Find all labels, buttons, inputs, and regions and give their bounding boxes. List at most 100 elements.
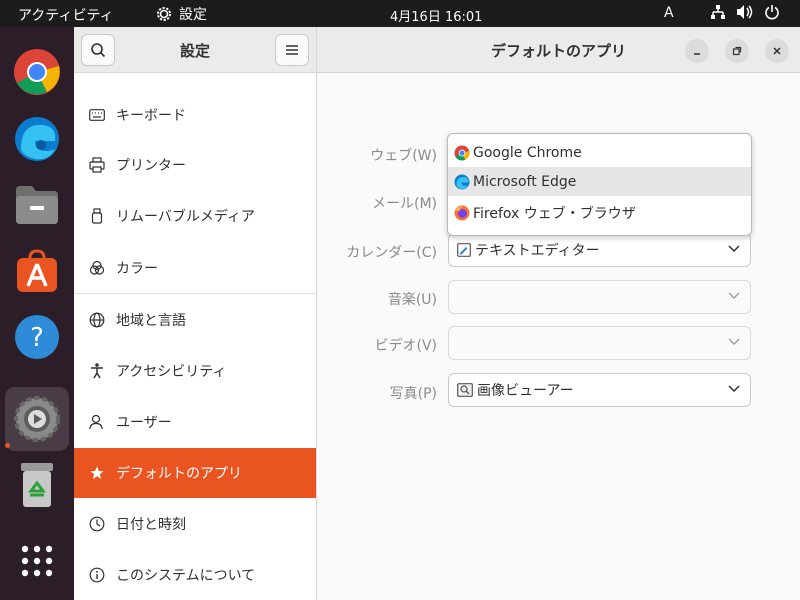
keyboard-icon: [88, 106, 106, 124]
star-icon: [88, 464, 106, 482]
sidebar-item-label: カラー: [116, 261, 158, 277]
edge-icon: [15, 117, 59, 161]
calendar-combo[interactable]: テキストエディター: [448, 233, 751, 267]
calendar-label: カレンダー(C): [346, 245, 437, 261]
dock-app-grid[interactable]: [11, 535, 63, 587]
app-menu[interactable]: 設定: [155, 4, 207, 24]
minimize-button[interactable]: [685, 39, 709, 63]
input-method-indicator[interactable]: A: [664, 5, 674, 21]
photos-combo[interactable]: 画像ビューアー: [448, 373, 751, 407]
usb-drive-icon: [88, 207, 106, 225]
network-icon: [711, 5, 725, 19]
restore-icon: [732, 46, 742, 56]
files-icon: [16, 186, 58, 224]
sidebar-separator: [74, 293, 316, 294]
dock-trash[interactable]: [11, 459, 63, 511]
gear-icon: [157, 7, 171, 21]
sidebar-item-users[interactable]: ユーザー: [74, 397, 316, 447]
option-microsoft-edge[interactable]: Microsoft Edge: [448, 167, 751, 196]
music-label: 音楽(U): [387, 292, 437, 308]
dock-app-center[interactable]: [11, 245, 63, 297]
svg-text:?: ?: [30, 323, 44, 353]
settings-window: 設定 デフォルトのアプリ キーボード プリンター リムーバブルメディア カラー …: [74, 27, 800, 600]
calendar-value: テキストエディター: [475, 243, 600, 259]
option-label: Firefox ウェブ・ブラウザ: [473, 205, 636, 222]
search-button[interactable]: [81, 34, 115, 66]
sidebar-item-label: 地域と言語: [116, 313, 186, 329]
option-firefox[interactable]: Firefox ウェブ・ブラウザ: [448, 198, 751, 227]
sidebar-title: 設定: [180, 42, 211, 60]
running-indicator: [5, 443, 10, 448]
dock-files[interactable]: [11, 179, 63, 231]
dock-chrome[interactable]: [11, 46, 63, 98]
video-combo[interactable]: [448, 326, 751, 360]
option-label: Google Chrome: [473, 144, 582, 161]
music-combo[interactable]: [448, 280, 751, 314]
hamburger-icon: [286, 45, 298, 55]
sidebar-item-default-apps[interactable]: デフォルトのアプリ: [74, 448, 316, 498]
sidebar-item-label: アクセシビリティ: [116, 364, 227, 380]
page-title: デフォルトのアプリ: [491, 42, 627, 60]
sidebar-item-label: リムーバブルメディア: [116, 209, 255, 225]
help-icon: ?: [15, 315, 59, 359]
sidebar-header: 設定: [74, 27, 317, 73]
sidebar-item-label: 日付と時刻: [116, 517, 186, 533]
dock-settings[interactable]: [5, 387, 69, 451]
chevron-down-icon: [728, 385, 740, 393]
chrome-icon: [14, 49, 60, 95]
clock[interactable]: 4月16日 16:01: [390, 6, 482, 25]
sidebar-item-date-time[interactable]: 日付と時刻: [74, 499, 316, 549]
trash-icon: [21, 463, 53, 507]
chevron-down-icon: [728, 292, 740, 300]
option-google-chrome[interactable]: Google Chrome: [448, 138, 751, 167]
top-bar: アクティビティ 設定 4月16日 16:01 A: [0, 0, 800, 27]
maximize-button[interactable]: [725, 39, 749, 63]
power-icon: [765, 5, 779, 20]
system-tray[interactable]: [710, 4, 780, 20]
sidebar-item-keyboard[interactable]: キーボード: [74, 90, 316, 140]
default-apps-panel: ウェブ(W) メール(M) カレンダー(C) テキストエディター 音楽(U) ビ…: [317, 73, 800, 600]
photos-value: 画像ビューアー: [477, 383, 574, 399]
dock-edge[interactable]: [11, 113, 63, 165]
search-icon: [91, 43, 106, 58]
minimize-icon: [694, 53, 700, 55]
sidebar-item-label: ユーザー: [116, 415, 172, 431]
photos-label: 写真(P): [389, 386, 437, 402]
mail-label: メール(M): [371, 196, 437, 212]
app-center-icon: [17, 249, 57, 292]
app-grid-icon: [21, 545, 53, 577]
edge-icon: [454, 174, 470, 189]
video-label: ビデオ(V): [374, 338, 437, 354]
sidebar-item-label: キーボード: [116, 108, 186, 124]
sidebar-item-region-language[interactable]: 地域と言語: [74, 295, 316, 345]
web-browser-dropdown: Google Chrome Microsoft Edge Firefox ウェブ…: [447, 133, 752, 236]
image-viewer-icon: [457, 383, 473, 397]
sidebar-item-printers[interactable]: プリンター: [74, 140, 316, 190]
sidebar-item-label: このシステムについて: [116, 568, 256, 584]
sidebar-item-accessibility[interactable]: アクセシビリティ: [74, 346, 316, 396]
chrome-icon: [454, 145, 470, 161]
user-icon: [88, 413, 106, 431]
settings-icon: [14, 396, 60, 442]
volume-icon: [737, 5, 753, 19]
header-bar: 設定 デフォルトのアプリ: [74, 27, 800, 73]
chevron-down-icon: [728, 245, 740, 253]
dock-help[interactable]: ?: [11, 311, 63, 363]
sidebar-item-color[interactable]: カラー: [74, 243, 316, 293]
sidebar-item-label: プリンター: [116, 158, 186, 174]
globe-icon: [88, 311, 106, 329]
sidebar-item-removable-media[interactable]: リムーバブルメディア: [74, 191, 316, 241]
close-button[interactable]: [765, 39, 789, 63]
chevron-down-icon: [728, 338, 740, 346]
web-label: ウェブ(W): [370, 148, 437, 164]
text-editor-icon: [457, 243, 471, 257]
color-icon: [88, 259, 106, 277]
firefox-icon: [454, 205, 470, 220]
main-menu-button[interactable]: [275, 34, 309, 66]
dock: ?: [0, 27, 74, 600]
sidebar-item-about[interactable]: このシステムについて: [74, 550, 316, 600]
printer-icon: [88, 156, 106, 174]
close-icon: [773, 47, 781, 55]
activities-button[interactable]: アクティビティ: [18, 5, 114, 25]
app-menu-label: 設定: [179, 7, 207, 23]
